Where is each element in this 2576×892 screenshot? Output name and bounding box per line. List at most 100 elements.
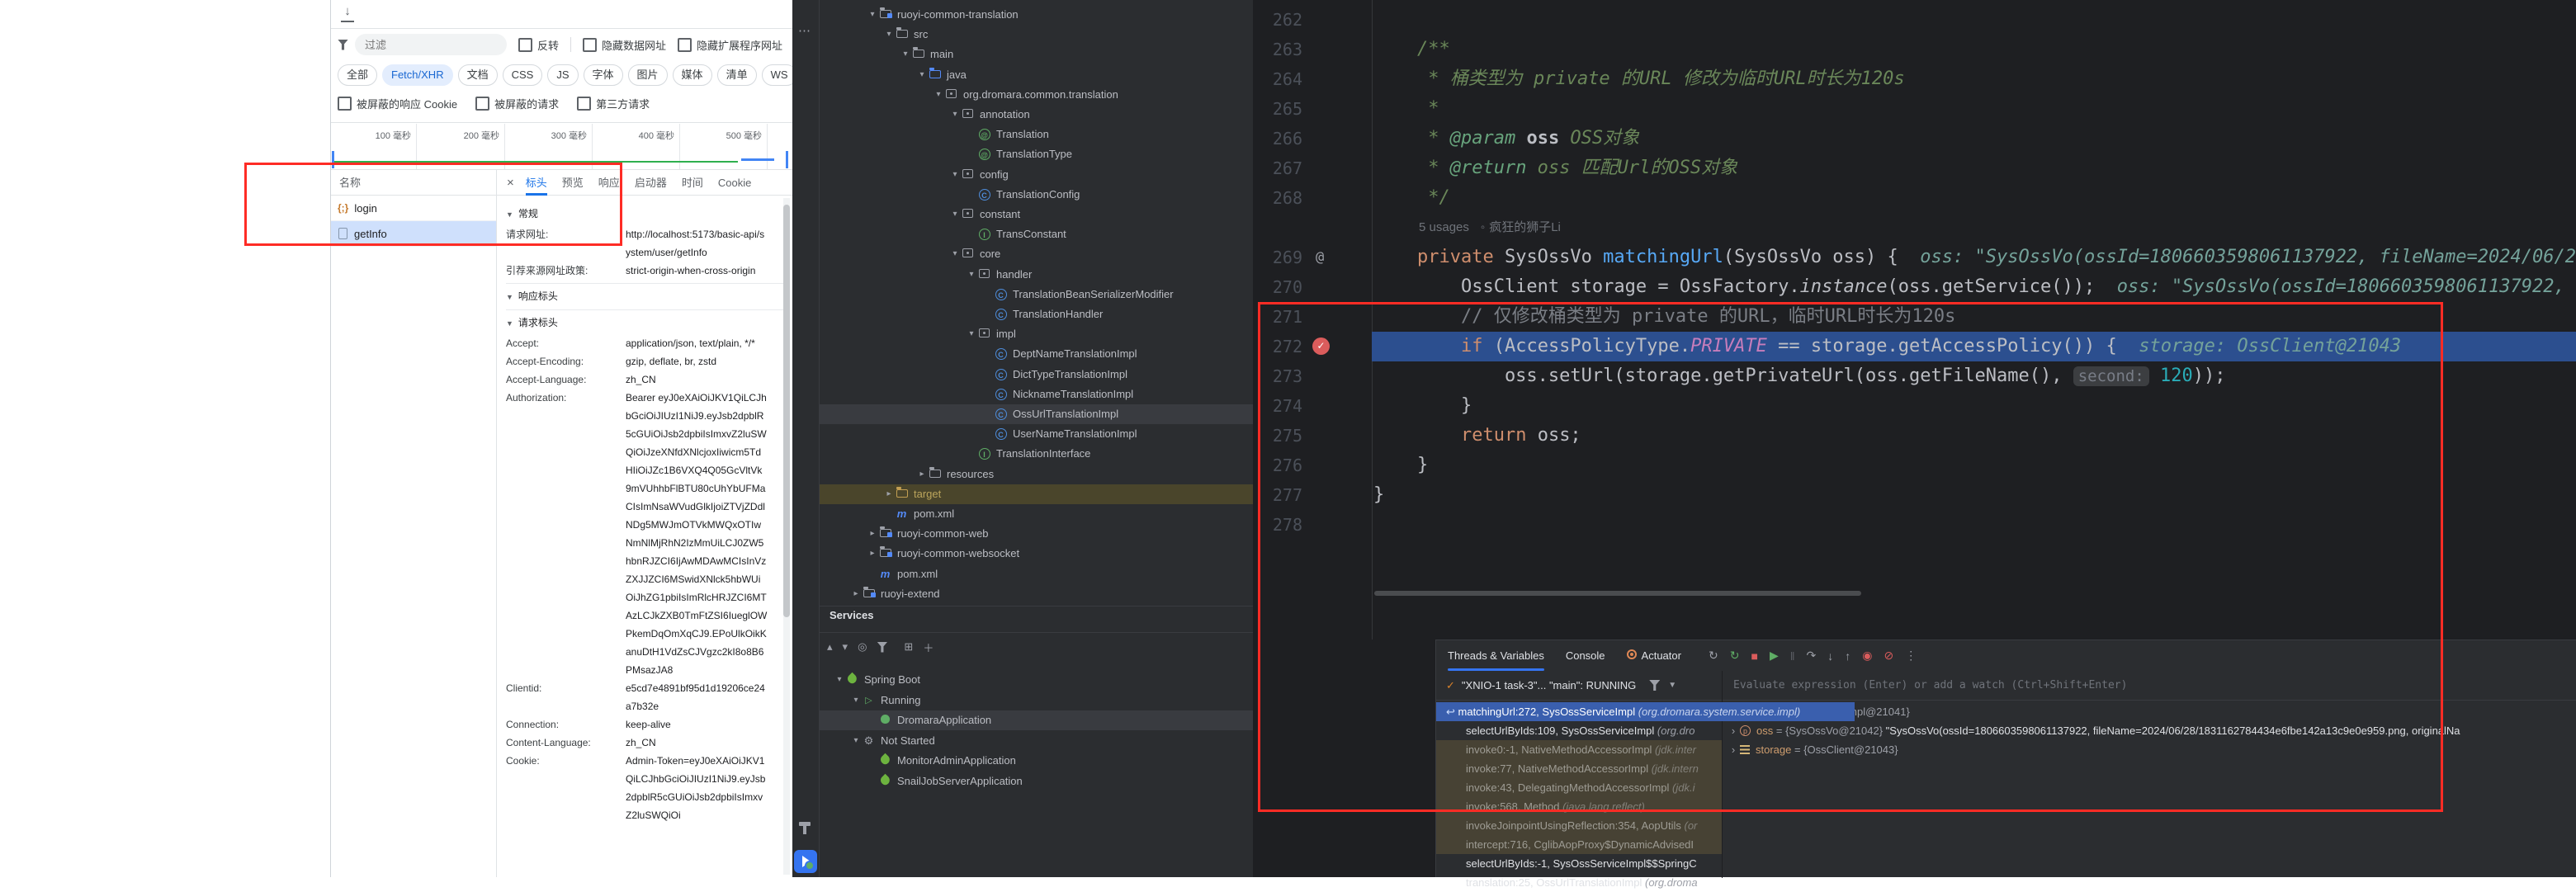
stack-frame-1[interactable]: selectUrlByIds:109, SysOssServiceImpl (o… <box>1436 721 1722 740</box>
tree-item-deptnametranslationimpl[interactable]: CDeptNameTranslationImpl <box>820 344 1253 364</box>
editor-horizontal-scrollbar[interactable] <box>1374 591 1861 596</box>
tree-item-translationbeanserializermodifier[interactable]: CTranslationBeanSerializerModifier <box>820 285 1253 304</box>
tree-item-dicttypetranslationimpl[interactable]: CDictTypeTranslationImpl <box>820 365 1253 385</box>
tree-item-translation[interactable]: @Translation <box>820 125 1253 144</box>
code-line-272[interactable]: if (AccessPolicyType.PRIVATE == storage.… <box>1372 332 2576 361</box>
code-line-277[interactable]: } <box>1372 480 2576 510</box>
type-chip-js[interactable]: JS <box>547 64 578 86</box>
code-line-269[interactable]: private SysOssVo matchingUrl(SysOssVo os… <box>1372 243 2576 272</box>
code-line-264[interactable]: * 桶类型为 private 的URL 修改为临时URL时长为120s <box>1372 64 2576 94</box>
eye-icon[interactable]: ◎ <box>858 640 867 654</box>
tree-item-pom-xml[interactable]: mpom.xml <box>820 504 1253 524</box>
detail-tab-启动器[interactable]: 启动器 <box>635 170 667 196</box>
tree-item-resources[interactable]: ▸resources <box>820 465 1253 484</box>
hide-extension-urls-checkbox[interactable]: 隐藏扩展程序网址 <box>678 37 782 53</box>
code-line-265[interactable]: * <box>1372 94 2576 124</box>
headers-section-title[interactable]: ▼常规 <box>506 205 785 224</box>
scrollbar-thumb[interactable] <box>783 205 790 617</box>
thread-filter-icon[interactable] <box>1649 680 1660 691</box>
type-chip-[interactable]: 文档 <box>458 64 498 86</box>
tree-item-config[interactable]: ▾config <box>820 165 1253 185</box>
tree-item-handler[interactable]: ▾handler <box>820 265 1253 285</box>
type-chip-[interactable]: 图片 <box>628 64 668 86</box>
code-line-273[interactable]: oss.setUrl(storage.getPrivateUrl(oss.get… <box>1372 361 2576 391</box>
breakpoint-icon[interactable]: ✓ <box>1312 337 1330 355</box>
add-tab-icon[interactable]: ⊞ <box>904 640 913 654</box>
service-not-started[interactable]: ▾⚙Not Started <box>820 731 1283 751</box>
blocked-checkbox-1[interactable]: 被屏蔽的请求 <box>475 96 559 111</box>
stack-frame-2[interactable]: invoke0:-1, NativeMethodAccessorImpl (jd… <box>1436 740 1722 759</box>
invert-checkbox[interactable]: 反转 <box>518 37 559 53</box>
code-line-267[interactable]: * @return oss 匹配Url的OSS对象 <box>1372 153 2576 183</box>
debugger-tab-threads---variables[interactable]: Threads & Variables <box>1448 640 1544 671</box>
tree-item-java[interactable]: ▾java <box>820 65 1253 85</box>
build-hammer-icon[interactable] <box>799 822 811 834</box>
tree-item-main[interactable]: ▾main <box>820 45 1253 64</box>
code-line-271[interactable]: // 仅修改桶类型为 private 的URL，临时URL时长为120s <box>1372 302 2576 332</box>
stack-frame-0[interactable]: ↩ matchingUrl:272, SysOssServiceImpl (or… <box>1436 702 1855 721</box>
type-chip-fetchxhr[interactable]: Fetch/XHR <box>382 64 453 86</box>
tree-item-nicknametranslationimpl[interactable]: CNicknameTranslationImpl <box>820 385 1253 404</box>
tree-item-translationconfig[interactable]: CTranslationConfig <box>820 185 1253 205</box>
rerun-icon[interactable]: ↻ <box>1709 649 1718 663</box>
tree-item-target[interactable]: ▸target <box>820 484 1253 504</box>
step-into-icon[interactable]: ↓ <box>1827 649 1833 663</box>
tree-item-transconstant[interactable]: ITransConstant <box>820 224 1253 244</box>
more-icon[interactable]: ⋮ <box>1905 649 1917 663</box>
stack-frame-4[interactable]: invoke:43, DelegatingMethodAccessorImpl … <box>1436 778 1722 797</box>
code-line-262[interactable] <box>1372 5 2576 35</box>
type-chip-css[interactable]: CSS <box>503 64 543 86</box>
tree-item-ruoyi-common-websocket[interactable]: ▸ruoyi-common-websocket <box>820 544 1253 564</box>
stack-frame-9[interactable]: translation:25, OssUrlTranslationImpl (o… <box>1436 873 1722 892</box>
service-dromaraapplication[interactable]: DromaraApplication <box>820 710 1300 730</box>
network-filter-input[interactable] <box>355 34 507 55</box>
detail-tab-Cookie[interactable]: Cookie <box>718 170 751 196</box>
request-row-login[interactable]: {;}login <box>331 196 496 221</box>
mute-breakpoints-icon[interactable]: ⊘ <box>1884 649 1893 663</box>
type-chip-[interactable]: 字体 <box>584 64 623 86</box>
step-out-icon[interactable]: ↑ <box>1845 649 1850 663</box>
tree-item-translationtype[interactable]: @TranslationType <box>820 144 1253 164</box>
more-ellipsis-icon[interactable]: ⋯ <box>798 23 811 38</box>
detail-tab-预览[interactable]: 预览 <box>562 170 584 196</box>
debugger-tab-console[interactable]: Console <box>1566 640 1605 671</box>
tree-item-ruoyi-extend[interactable]: ▸ruoyi-extend <box>820 584 1253 604</box>
type-chip-[interactable]: 媒体 <box>673 64 712 86</box>
view-breakpoints-icon[interactable]: ◉ <box>1862 649 1872 663</box>
pause-icon[interactable]: ‖ <box>1790 649 1795 663</box>
stack-frame-5[interactable]: invoke:568, Method (java.lang.reflect) <box>1436 797 1722 816</box>
tree-item-pom-xml[interactable]: mpom.xml <box>820 564 1253 584</box>
tree-item-ruoyi-common-web[interactable]: ▸ruoyi-common-web <box>820 524 1253 544</box>
debugger-tab-actuator[interactable]: Actuator <box>1627 640 1681 671</box>
type-chip-[interactable]: 全部 <box>338 64 377 86</box>
annotated-gutter-icon[interactable]: @ <box>1316 243 1332 272</box>
service-snailjobserverapplication[interactable]: SnailJobServerApplication <box>820 772 1300 791</box>
stop-icon[interactable]: ■ <box>1751 649 1757 663</box>
blocked-checkbox-2[interactable]: 第三方请求 <box>577 96 650 111</box>
code-line-276[interactable]: } <box>1372 451 2576 480</box>
headers-section-title[interactable]: ▼请求标头 <box>506 314 785 333</box>
resume-icon[interactable]: ▶ <box>1770 649 1779 663</box>
code-line-275[interactable]: return oss; <box>1372 421 2576 451</box>
code-line-270[interactable]: OssClient storage = OssFactory.instance(… <box>1372 272 2576 302</box>
blocked-checkbox-0[interactable]: 被屏蔽的响应 Cookie <box>338 96 457 111</box>
close-icon[interactable]: × <box>507 176 514 190</box>
variable-row-oss[interactable]: ›poss = {SysOssVo@21042} "SysOssVo(ossId… <box>1722 721 2576 740</box>
tree-item-constant[interactable]: ▾constant <box>820 205 1253 224</box>
service-monitoradminapplication[interactable]: MonitorAdminApplication <box>820 751 1300 771</box>
service-spring-boot[interactable]: ▾Spring Boot <box>820 670 1267 690</box>
tree-item-impl[interactable]: ▾impl <box>820 324 1253 344</box>
detail-scrollbar[interactable] <box>783 198 790 875</box>
code-line-263[interactable]: /** <box>1372 35 2576 64</box>
request-table-name-header[interactable]: 名称 <box>331 170 496 196</box>
thread-selector[interactable]: ✓ "XNIO-1 task-3"... "main": RUNNING ▼ <box>1436 671 1722 701</box>
tree-item-ruoyi-common-translation[interactable]: ▾ruoyi-common-translation <box>820 5 1253 25</box>
code-line-278[interactable] <box>1372 510 2576 540</box>
tree-item-src[interactable]: ▾src <box>820 25 1253 45</box>
tree-item-translationinterface[interactable]: ITranslationInterface <box>820 444 1253 464</box>
tree-item-translationhandler[interactable]: CTranslationHandler <box>820 304 1253 324</box>
stack-frame-3[interactable]: invoke:77, NativeMethodAccessorImpl (jdk… <box>1436 759 1722 778</box>
services-icon[interactable] <box>794 850 817 873</box>
tree-item-core[interactable]: ▾core <box>820 244 1253 264</box>
inlay-hint-usages[interactable]: 5 usages◦疯狂的狮子Li <box>1373 213 1561 243</box>
